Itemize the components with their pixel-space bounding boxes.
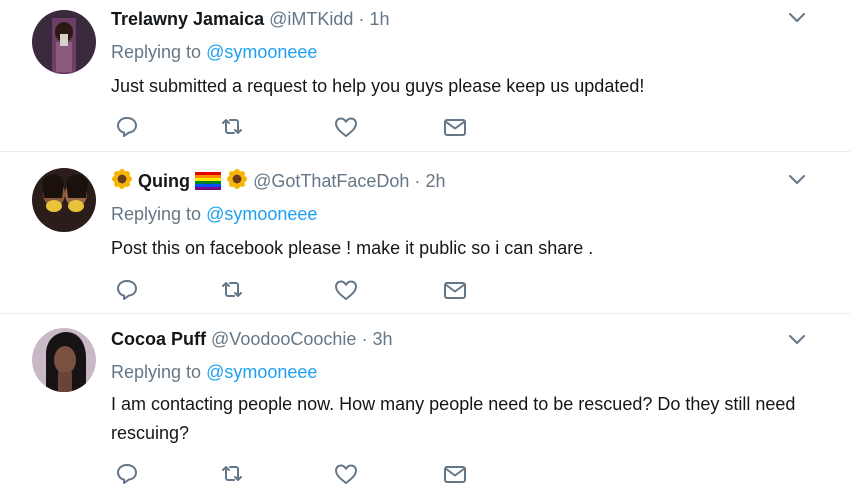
avatar[interactable] (32, 10, 96, 74)
reply-icon[interactable] (114, 278, 140, 302)
chevron-down-icon[interactable] (788, 334, 806, 346)
user-handle[interactable]: @VoodooCoochie (211, 329, 356, 349)
replying-to-label: Replying to (111, 42, 207, 62)
tweet-text: Just submitted a request to help you guy… (111, 76, 645, 96)
retweet-icon[interactable] (219, 462, 245, 486)
direct-message-icon[interactable] (442, 462, 468, 486)
replying-to: Replying to @symooneee (111, 202, 810, 226)
reply-icon[interactable] (114, 115, 140, 139)
tweet-2[interactable]: Quing @GotThatFaceDoh · 2h Replying to @… (0, 152, 850, 314)
retweet-icon[interactable] (219, 115, 245, 139)
timestamp[interactable]: 1h (369, 9, 389, 29)
direct-message-icon[interactable] (442, 115, 468, 139)
replying-to-link[interactable]: @symooneee (206, 362, 317, 382)
chevron-down-icon[interactable] (788, 174, 806, 186)
direct-message-icon[interactable] (442, 278, 468, 302)
tweet-actions (111, 278, 471, 302)
user-handle[interactable]: @iMTKidd (269, 9, 353, 29)
separator-dot: · (414, 171, 421, 191)
tweet-header: Trelawny Jamaica @iMTKidd · 1h (111, 8, 810, 30)
display-name[interactable]: Quing (138, 171, 190, 191)
replying-to-label: Replying to (111, 362, 207, 382)
replying-to: Replying to @symooneee (111, 360, 810, 384)
tweet-3[interactable]: Cocoa Puff @VoodooCoochie · 3h Replying … (0, 314, 850, 504)
separator-dot: · (358, 9, 365, 29)
retweet-icon[interactable] (219, 278, 245, 302)
replying-to-link[interactable]: @symooneee (206, 42, 317, 62)
like-icon[interactable] (333, 115, 359, 139)
tweet-1[interactable]: Trelawny Jamaica @iMTKidd · 1h Replying … (0, 0, 850, 152)
tweet-header: Quing @GotThatFaceDoh · 2h (111, 168, 810, 192)
separator-dot: · (361, 329, 368, 349)
avatar[interactable] (32, 328, 96, 392)
replying-to-label: Replying to (111, 204, 207, 224)
rainbow-flag-icon (195, 172, 222, 190)
user-handle[interactable]: @GotThatFaceDoh (253, 171, 409, 191)
chevron-down-icon[interactable] (788, 12, 806, 24)
tweet-text: Post this on facebook please ! make it p… (111, 238, 594, 258)
avatar[interactable] (32, 168, 96, 232)
like-icon[interactable] (333, 462, 359, 486)
display-name[interactable]: Cocoa Puff (111, 329, 206, 349)
replying-to: Replying to @symooneee (111, 40, 810, 64)
display-name[interactable]: Trelawny Jamaica (111, 9, 264, 29)
sunflower-icon (227, 169, 248, 189)
replying-to-link[interactable]: @symooneee (206, 204, 317, 224)
sunflower-icon (112, 169, 132, 189)
like-icon[interactable] (333, 278, 359, 302)
timestamp[interactable]: 2h (425, 171, 445, 191)
tweet-actions (111, 115, 471, 139)
reply-icon[interactable] (114, 462, 140, 486)
tweet-text: I am contacting people now. How many peo… (111, 394, 796, 443)
tweet-header: Cocoa Puff @VoodooCoochie · 3h (111, 328, 810, 350)
tweet-actions (111, 462, 471, 486)
timestamp[interactable]: 3h (372, 329, 392, 349)
